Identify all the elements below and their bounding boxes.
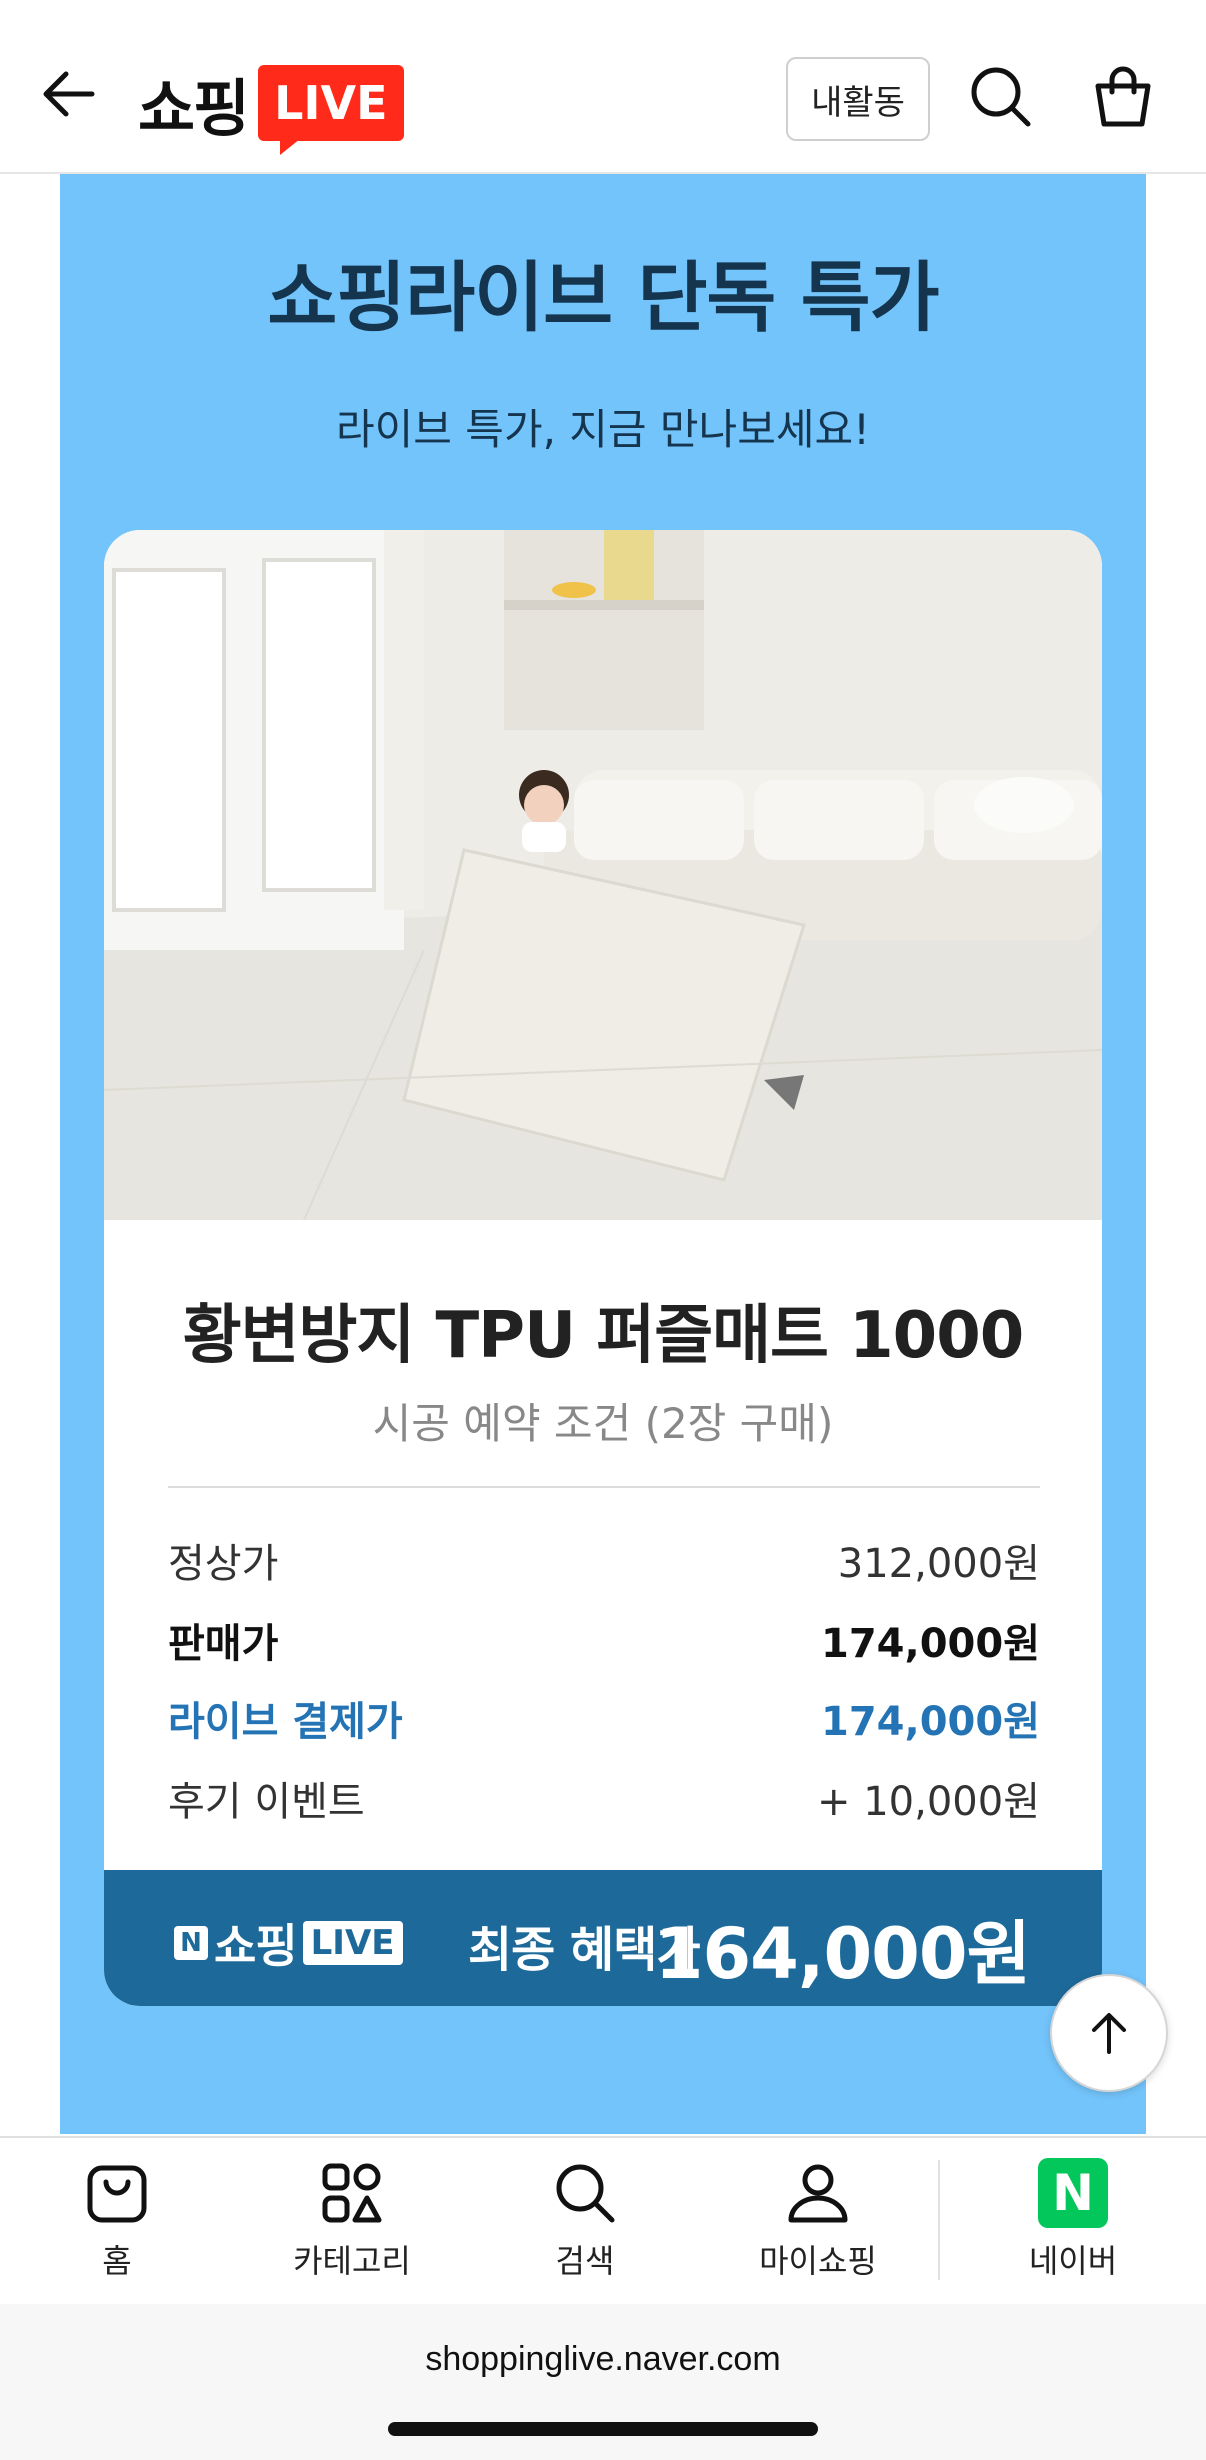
nav-label: 홈 <box>102 2242 132 2280</box>
product-photo <box>104 530 1102 1220</box>
bottom-navigation: 홈 카테고리 검색 마이쇼핑 N 네이버 <box>0 2136 1206 2304</box>
nav-label: 마이쇼핑 <box>759 2242 877 2280</box>
person-icon <box>788 2164 848 2223</box>
cart-button[interactable] <box>1088 62 1158 132</box>
my-activity-button[interactable]: 내활동 <box>786 57 930 141</box>
price-label: 판매가 <box>168 1621 279 1667</box>
price-label: 후기 이벤트 <box>168 1779 365 1825</box>
nav-item-home[interactable]: 홈 <box>27 2158 207 2298</box>
final-price-value: 164,000원 <box>654 1913 1031 1995</box>
nav-item-search[interactable]: 검색 <box>495 2158 675 2298</box>
price-row-live: 라이브 결제가 174,000원 <box>168 1688 1040 1748</box>
footer-logo-text: 쇼핑 <box>214 1919 298 1973</box>
price-label: 정상가 <box>168 1541 279 1587</box>
price-row-sale: 판매가 174,000원 <box>168 1610 1040 1670</box>
product-condition: 시공 예약 조건 (2장 구매) <box>372 1399 834 1448</box>
price-row-review-event: 후기 이벤트 + 10,000원 <box>168 1768 1040 1828</box>
footer-shopping-live-logo: N 쇼핑 LIVE <box>174 1910 403 1976</box>
scroll-to-top-button[interactable] <box>1050 1974 1168 2092</box>
naver-n-icon: N <box>174 1926 208 1960</box>
nav-separator <box>938 2160 940 2280</box>
back-button[interactable] <box>38 62 102 126</box>
search-icon <box>556 2164 615 2223</box>
banner-subtitle: 라이브 특가, 지금 만나보세요! <box>336 405 870 454</box>
price-value: 312,000원 <box>837 1541 1040 1587</box>
nav-label: 검색 <box>555 2242 615 2280</box>
search-button[interactable] <box>966 62 1036 132</box>
browser-url-bar: shoppinglive.naver.com <box>0 2304 1206 2460</box>
shopping-live-logo[interactable]: 쇼핑 LIVE <box>138 58 404 155</box>
logo-live-badge: LIVE <box>258 65 404 155</box>
price-divider <box>168 1486 1040 1488</box>
nav-label: 네이버 <box>1028 2242 1118 2280</box>
search-icon <box>971 67 1031 127</box>
price-label: 라이브 결제가 <box>168 1699 403 1745</box>
category-grid-icon <box>322 2163 382 2223</box>
arrow-up-icon <box>1092 2013 1126 2054</box>
logo-text: 쇼핑 <box>138 72 250 145</box>
price-value: 174,000원 <box>821 1621 1040 1667</box>
nav-item-my-shopping[interactable]: 마이쇼핑 <box>728 2158 908 2298</box>
price-value: + 10,000원 <box>817 1779 1040 1825</box>
url-text[interactable]: shoppinglive.naver.com <box>0 2340 1206 2379</box>
product-name: 황변방지 TPU 퍼즐매트 1000 <box>182 1299 1025 1373</box>
app-header: 쇼핑 LIVE 내활동 <box>0 0 1206 174</box>
arrow-left-icon <box>43 71 95 117</box>
footer-live-badge: LIVE <box>302 1921 403 1965</box>
naver-n-icon: N <box>1038 2158 1108 2228</box>
shopping-bag-icon <box>1095 66 1151 127</box>
price-row-regular: 정상가 312,000원 <box>168 1530 1040 1590</box>
home-indicator <box>388 2422 818 2436</box>
product-card[interactable]: 황변방지 TPU 퍼즐매트 1000 시공 예약 조건 (2장 구매) 정상가 … <box>104 530 1102 2006</box>
shopping-bag-icon <box>87 2165 147 2223</box>
nav-item-category[interactable]: 카테고리 <box>262 2158 442 2298</box>
banner-title: 쇼핑라이브 단독 특가 <box>267 253 939 342</box>
nav-label: 카테고리 <box>293 2242 411 2280</box>
final-price-bar: N 쇼핑 LIVE 최종 혜택가 164,000원 <box>104 1870 1102 2006</box>
price-value: 174,000원 <box>821 1699 1040 1745</box>
nav-item-naver[interactable]: N 네이버 <box>983 2158 1163 2298</box>
